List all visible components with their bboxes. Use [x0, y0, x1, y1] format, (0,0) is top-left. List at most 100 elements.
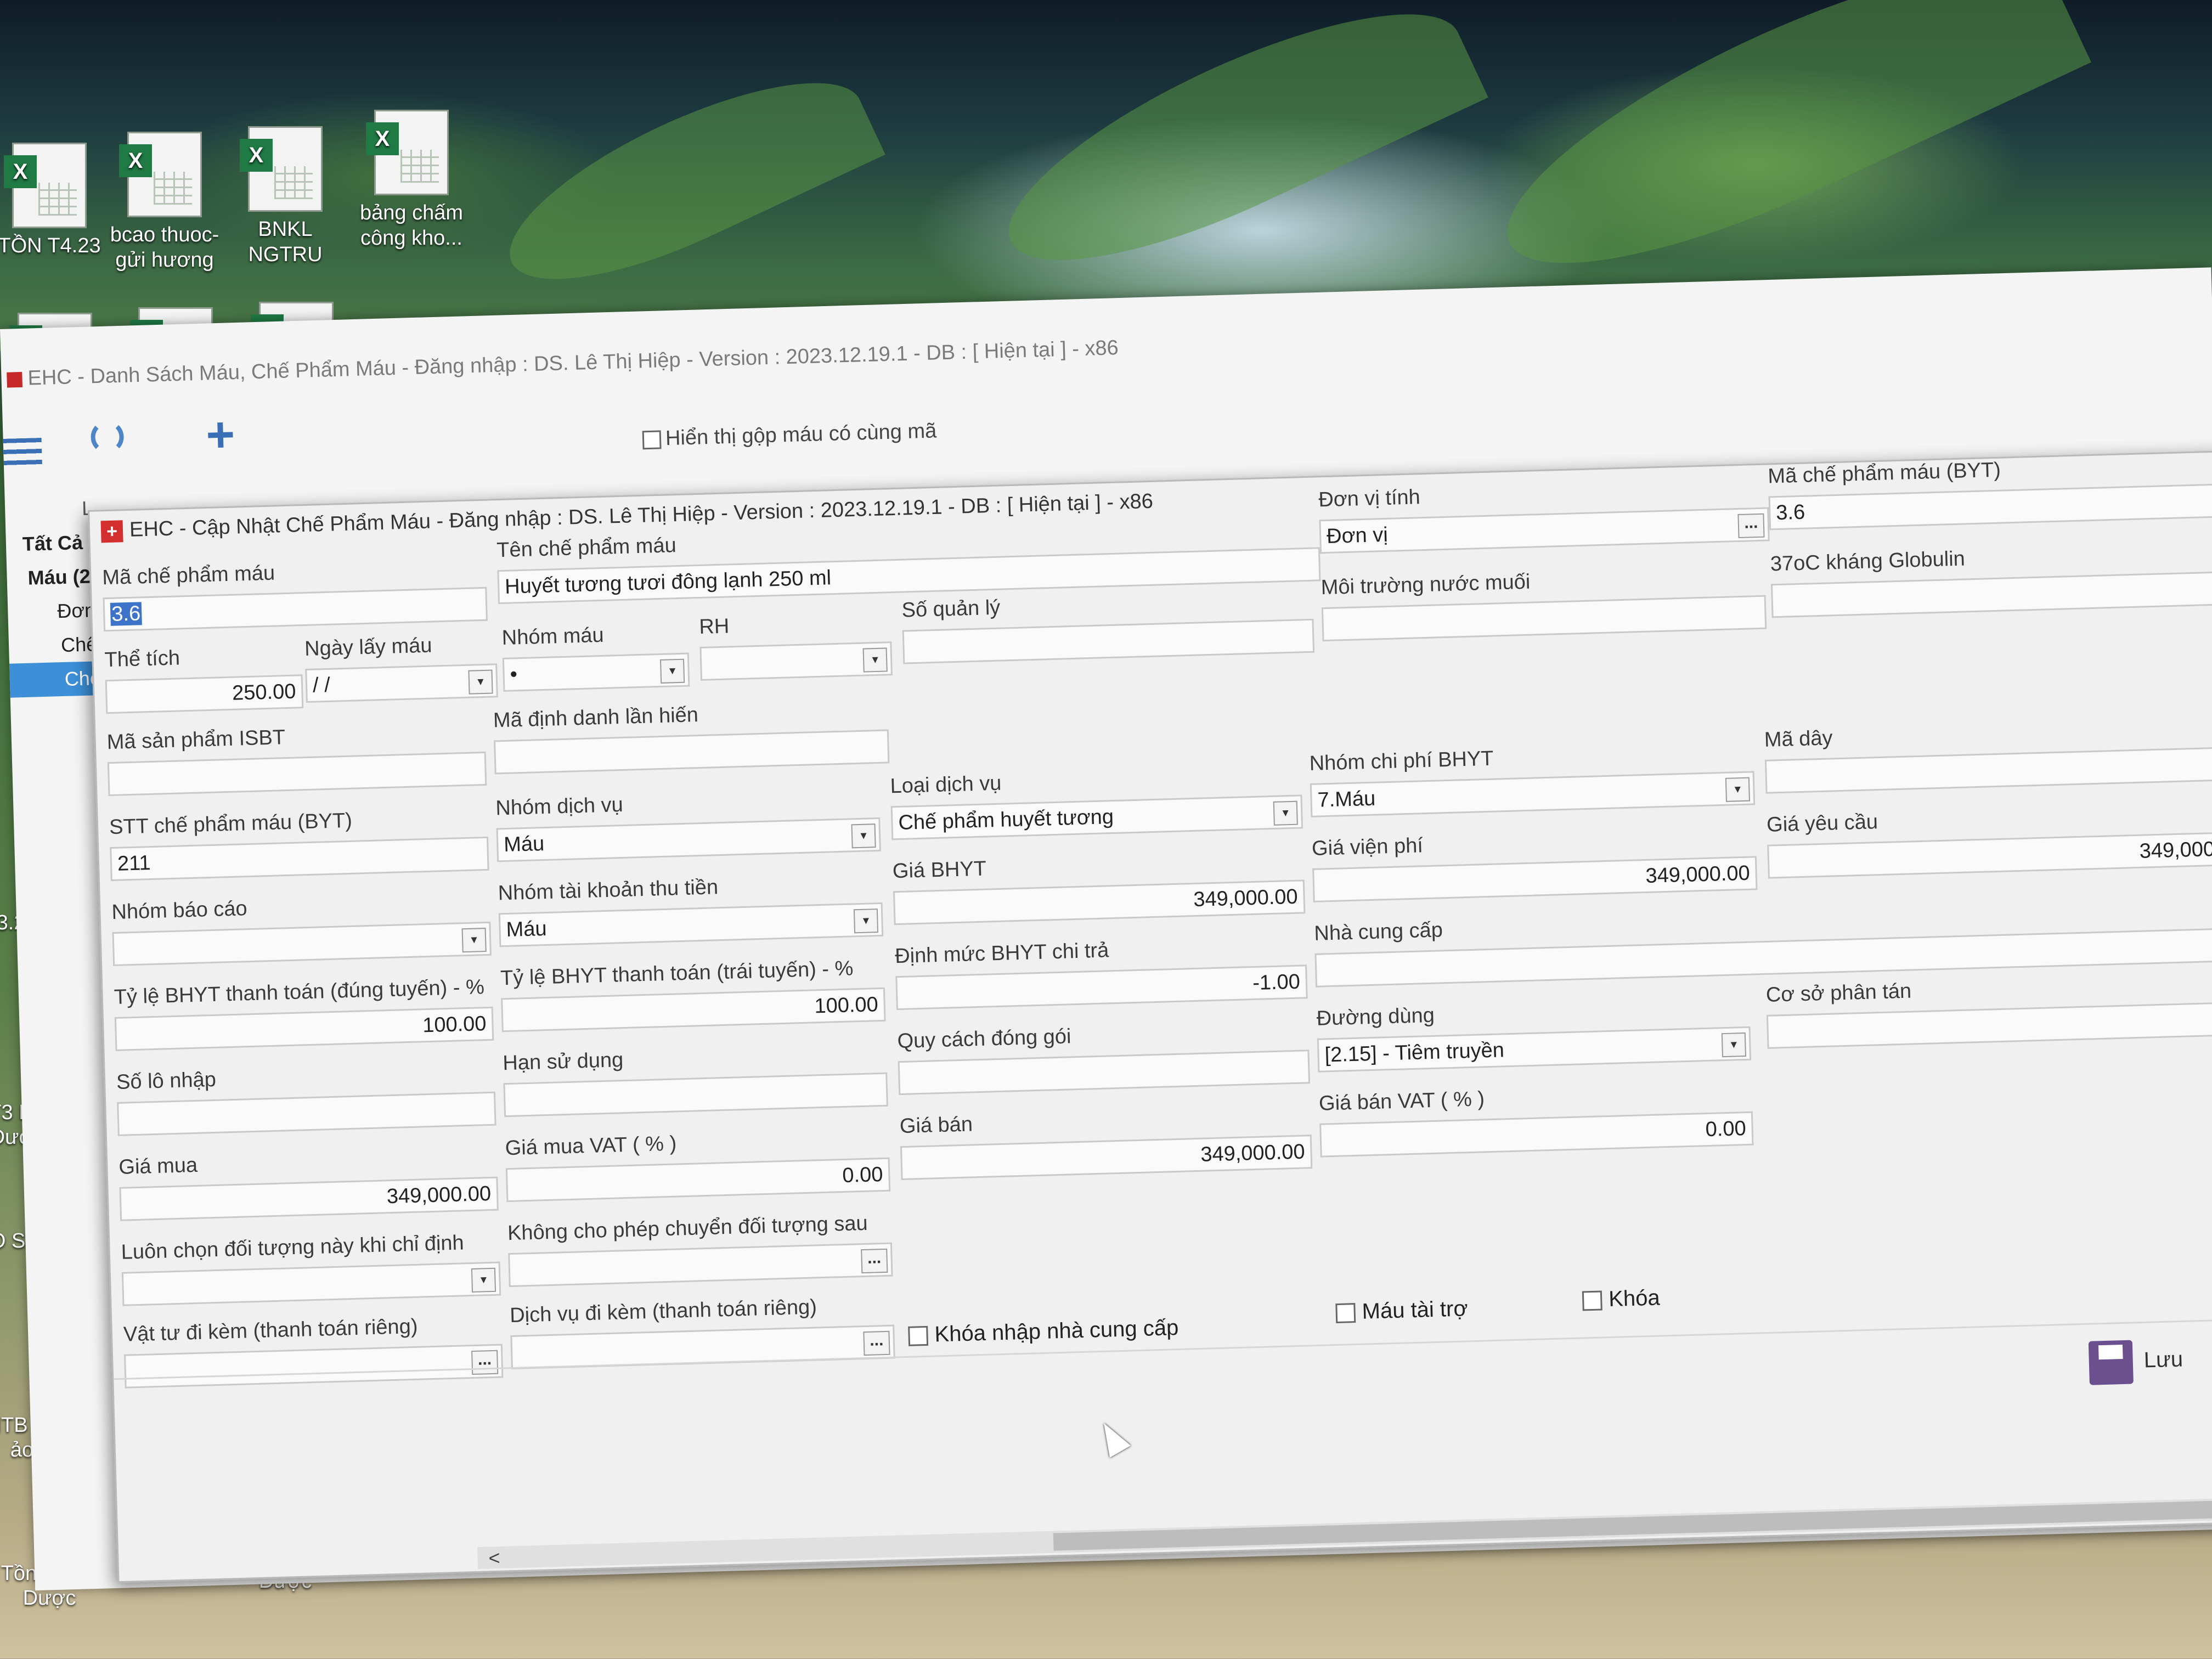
blood-group-select[interactable]: • ▾: [502, 652, 690, 692]
chevron-down-icon[interactable]: ▾: [471, 1267, 496, 1293]
lot-number-input[interactable]: [117, 1091, 496, 1136]
field-stt-byt: STT chế phẩm máu (BYT) 211: [109, 805, 489, 882]
scroll-left-icon[interactable]: <: [488, 1547, 500, 1570]
packaging-input[interactable]: [898, 1049, 1311, 1096]
field-nhom-mau: Nhóm máu • ▾: [501, 622, 690, 692]
product-code-input[interactable]: 3.6: [103, 586, 488, 632]
isbt-code-input[interactable]: [107, 751, 487, 797]
lock-supplier-checkbox[interactable]: Khóa nhập nhà cung cấp: [908, 1316, 1179, 1348]
field-duong-dung: Đường dùng [2.15] - Tiêm truyền ▾: [1316, 995, 1752, 1073]
lock-checkbox[interactable]: Khóa: [1582, 1286, 1661, 1313]
field-nhom-bao-cao: Nhóm báo cáo ▾: [111, 890, 492, 967]
field-gia-ban-vat: Giá bán VAT ( % ) 0.00: [1318, 1080, 1754, 1158]
route-select[interactable]: [2.15] - Tiêm truyền ▾: [1317, 1026, 1752, 1073]
field-gia-ban: Giá bán 349,000.00: [899, 1103, 1313, 1181]
byt-order-input[interactable]: 211: [110, 836, 489, 882]
merge-same-code-checkbox[interactable]: Hiển thị gộp máu có cùng mã: [642, 419, 937, 451]
palm-leaf-decoration: [980, 0, 1488, 306]
browse-button[interactable]: ...: [861, 1248, 888, 1274]
desktop-icon-excel[interactable]: bảng chấm công kho...: [340, 110, 483, 251]
correct-route-rate-input[interactable]: 100.00: [114, 1006, 494, 1051]
distribution-site-input[interactable]: [1766, 1001, 2212, 1049]
bhyt-price-input[interactable]: 349,000.00: [893, 879, 1306, 926]
chevron-down-icon[interactable]: ▾: [468, 669, 493, 695]
chevron-down-icon[interactable]: ▾: [1721, 1032, 1746, 1058]
desktop-icon-file[interactable]: BNKL NGTRU: [214, 126, 357, 267]
menu-icon[interactable]: [3, 437, 42, 466]
checkbox-box[interactable]: [642, 430, 662, 450]
service-type-select[interactable]: Chế phẩm huyết tương ▾: [890, 794, 1304, 840]
checkbox-box[interactable]: [908, 1326, 929, 1347]
field-han-su-dung: Hạn sử dụng: [503, 1041, 888, 1118]
default-object-select[interactable]: ▾: [121, 1261, 501, 1306]
selling-vat-input[interactable]: 0.00: [1319, 1111, 1754, 1158]
disallowed-objects-input[interactable]: ...: [508, 1242, 893, 1288]
donation-id-input[interactable]: [494, 729, 890, 775]
excel-file-icon: [4, 143, 87, 228]
field-so-quan-ly: Số quản lý: [901, 588, 1315, 664]
byt-code-input[interactable]: 3.6: [1768, 483, 2212, 531]
field-dinh-muc: Định mức BHYT chi trả -1.00: [895, 933, 1308, 1011]
field-gia-bhyt: Giá BHYT 349,000.00: [892, 848, 1306, 926]
field-the-tich: Thể tích 250.00: [104, 643, 304, 714]
palm-leaf-decoration: [1475, 0, 2091, 318]
field-nhom-tai-khoan: Nhóm tài khoản thu tiền Máu ▾: [498, 871, 884, 947]
chain-code-input[interactable]: [1764, 746, 2212, 794]
unit-input[interactable]: Đơn vị...: [1319, 507, 1770, 554]
hospital-fee-input[interactable]: 349,000.00: [1312, 856, 1758, 902]
refresh-icon[interactable]: [90, 420, 125, 454]
account-group-select[interactable]: Máu ▾: [498, 902, 884, 947]
excel-file-icon: [119, 132, 202, 217]
sponsored-blood-checkbox[interactable]: Máu tài trợ: [1335, 1296, 1468, 1325]
add-icon[interactable]: +: [205, 407, 235, 462]
field-gia-mua-vat: Giá mua VAT ( % ) 0.00: [505, 1126, 891, 1203]
field-loai-dich-vu: Loại dịch vụ Chế phẩm huyết tương ▾: [890, 763, 1304, 840]
checkbox-box[interactable]: [1335, 1303, 1356, 1324]
bhyt-limit-input[interactable]: -1.00: [895, 964, 1308, 1011]
save-disk-icon: [2088, 1340, 2134, 1385]
chevron-down-icon[interactable]: ▾: [461, 928, 487, 953]
chevron-down-icon[interactable]: ▾: [660, 658, 685, 684]
bhyt-cost-group-select[interactable]: 7.Máu ▾: [1310, 771, 1756, 817]
checkbox-box[interactable]: [1582, 1290, 1602, 1311]
field-co-so-phan-tan: Cơ sở phân tán: [1765, 970, 2212, 1049]
field-ngay-lay-mau: Ngày lấy máu / / ▾: [304, 632, 498, 703]
excel-file-icon: [366, 110, 449, 195]
rh-select[interactable]: ▾: [699, 641, 893, 681]
saline-input[interactable]: [1321, 595, 1767, 642]
desktop-icon-label: BNKL NGTRU: [248, 218, 323, 266]
chevron-down-icon[interactable]: ▾: [1725, 777, 1750, 802]
field-nha-cung-cap: Nhà cung cấp: [1314, 896, 2212, 988]
field-nhom-dich-vu: Nhóm dịch vụ Máu ▾: [495, 786, 881, 862]
management-number-input[interactable]: [902, 618, 1315, 664]
field-ma-che-pham: Mã chế phẩm máu 3.6: [102, 556, 488, 632]
field-ma-che-pham-byt: Mã chế phẩm máu (BYT) 3.6: [1768, 452, 2212, 531]
field-gia-mua: Giá mua 349,000.00: [119, 1146, 499, 1221]
desktop-icon-label: bảng chấm công kho...: [359, 201, 463, 250]
purchase-price-input[interactable]: 349,000.00: [119, 1176, 499, 1221]
service-group-select[interactable]: Máu ▾: [496, 817, 881, 862]
save-button[interactable]: Lưu: [2088, 1339, 2183, 1385]
expiry-date-input[interactable]: [503, 1072, 888, 1118]
browse-button[interactable]: ...: [1737, 513, 1765, 539]
requested-price-input[interactable]: 349,000.0: [1767, 831, 2212, 879]
purchase-vat-input[interactable]: 0.00: [505, 1157, 891, 1203]
globulin-input[interactable]: [1770, 571, 2212, 618]
chevron-down-icon[interactable]: ▾: [1273, 800, 1298, 826]
selling-price-input[interactable]: 349,000.00: [900, 1135, 1313, 1181]
volume-input[interactable]: 250.00: [105, 674, 304, 714]
chevron-down-icon[interactable]: ▾: [862, 647, 888, 673]
browse-button[interactable]: ...: [863, 1330, 890, 1356]
field-ma-isbt: Mã sản phẩm ISBT: [106, 720, 487, 797]
field-nhom-chi-phi: Nhóm chi phí BHYT 7.Máu ▾: [1309, 740, 1756, 817]
off-route-rate-input[interactable]: 100.00: [501, 987, 886, 1032]
update-blood-product-dialog: + EHC - Cập Nhật Chế Phẩm Máu - Đăng nhập…: [88, 449, 2212, 1583]
field-moi-truong: Môi trường nước muối: [1321, 564, 1767, 642]
desktop-icon-label: TỒN T4.23: [0, 234, 101, 257]
report-group-select[interactable]: ▾: [112, 921, 492, 967]
app-icon: +: [100, 520, 123, 543]
palm-leaf-decoration: [486, 45, 885, 317]
chevron-down-icon[interactable]: ▾: [853, 909, 879, 934]
chevron-down-icon[interactable]: ▾: [851, 823, 876, 849]
collection-date-picker[interactable]: / / ▾: [305, 663, 498, 703]
